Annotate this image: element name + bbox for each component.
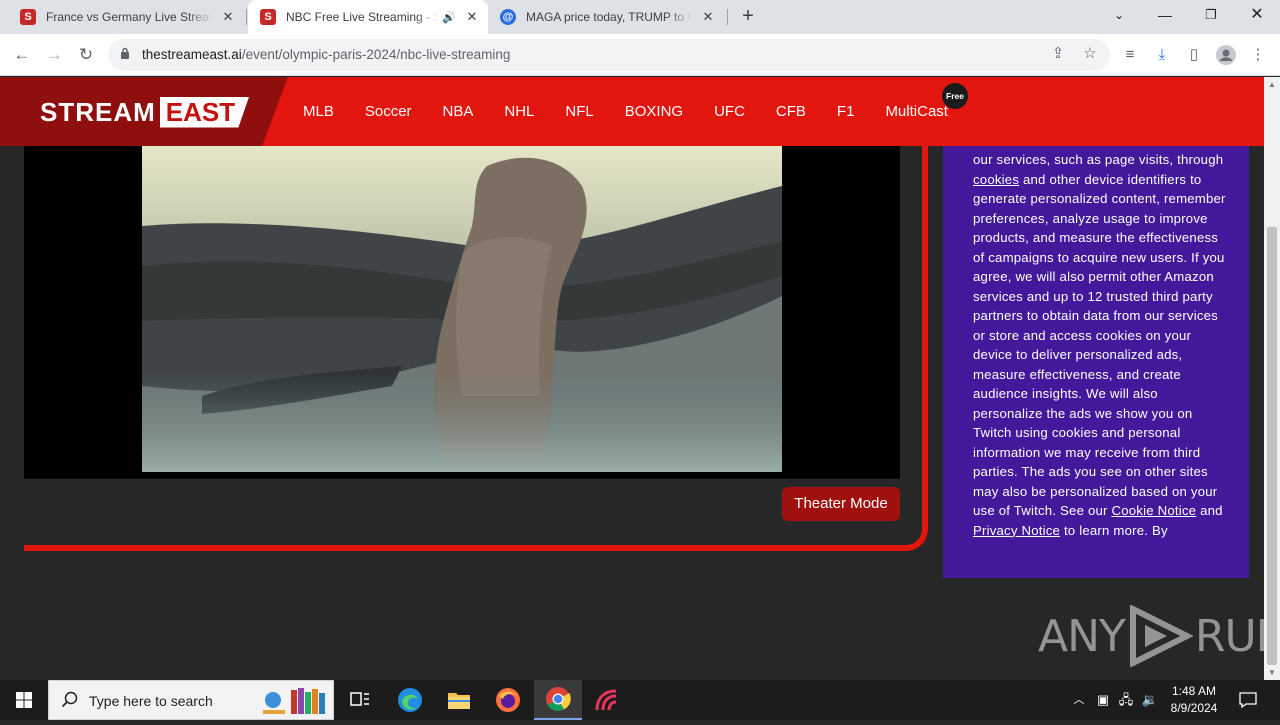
kebab-menu-icon[interactable]: ⋮ [1246, 43, 1270, 67]
search-placeholder: Type here to search [89, 693, 213, 709]
page-scrollbar[interactable]: ▲ ▼ [1264, 77, 1280, 680]
task-view-icon[interactable] [336, 680, 384, 720]
anyrun-watermark: ANY RUN [1038, 605, 1264, 667]
speaker-icon[interactable]: 🔊 [442, 11, 456, 24]
url-text: thestreameast.ai/event/olympic-paris-202… [142, 47, 511, 62]
media-control-icon[interactable]: ≡ [1118, 43, 1142, 67]
streameast-logo[interactable]: STREAM EAST [40, 96, 250, 128]
clock-date: 8/9/2024 [1170, 701, 1218, 715]
page-viewport: STREAM EAST MLB Soccer NBA NHL NFL BOXIN… [0, 77, 1264, 680]
tab-close-icon[interactable]: ✕ [698, 9, 718, 25]
download-icon[interactable]: ⤓ [1150, 43, 1174, 67]
bookmark-star-icon[interactable]: ☆ [1078, 42, 1102, 66]
scroll-up-arrow-icon[interactable]: ▲ [1264, 80, 1280, 89]
taskbar-clock[interactable]: 1:48 AM 8/9/2024 [1164, 683, 1224, 717]
file-explorer-icon[interactable] [435, 680, 483, 720]
windows-logo-icon [16, 692, 32, 708]
side-panel-icon[interactable]: ▯ [1182, 43, 1206, 67]
nav-nhl[interactable]: NHL [504, 103, 534, 120]
nav-cfb[interactable]: CFB [776, 103, 806, 120]
lock-icon[interactable] [120, 47, 130, 60]
play-triangle-icon [1129, 605, 1193, 667]
logo-stream-text: STREAM [40, 96, 156, 127]
tab-close-icon[interactable]: ✕ [462, 9, 482, 25]
tab-nbc-live[interactable]: S NBC Free Live Streaming - StreamEast 🔊… [248, 0, 488, 34]
browser-tab-strip: S France vs Germany Live Streaming ✕ S N… [0, 0, 1280, 34]
scroll-down-arrow-icon[interactable]: ▼ [1264, 668, 1280, 677]
streameast-favicon-icon: S [20, 9, 36, 25]
restore-button[interactable]: ❐ [1188, 0, 1234, 32]
video-frame[interactable] [142, 146, 782, 472]
reload-icon[interactable]: ↻ [73, 42, 99, 68]
nav-nba[interactable]: NBA [443, 103, 474, 120]
watermark-right-text: RUN [1194, 610, 1264, 662]
search-icon [61, 691, 78, 708]
taskbar-search-box[interactable]: Type here to search [48, 680, 334, 720]
start-button[interactable] [0, 680, 48, 720]
nav-boxing[interactable]: BOXING [625, 103, 683, 120]
theater-mode-button[interactable]: Theater Mode [782, 487, 900, 521]
browser-toolbar: ← → ↻ thestreameast.ai/event/olympic-par… [0, 34, 1280, 76]
video-still-image [142, 146, 782, 472]
tab-title: NBC Free Live Streaming - StreamEast [286, 10, 439, 24]
privacy-notice-link[interactable]: Privacy Notice [973, 523, 1060, 538]
windows-taskbar: Type here to search ︿ ▣ 🖧 🔉 1:48 AM 8/9/… [0, 680, 1280, 720]
tab-search-chevron-icon[interactable]: ⌄ [1096, 0, 1142, 32]
consent-text: our services, such as page visits, throu… [973, 152, 1226, 538]
nav-f1[interactable]: F1 [837, 103, 855, 120]
nav-nfl[interactable]: NFL [565, 103, 593, 120]
clock-time: 1:48 AM [1171, 684, 1217, 698]
chrome-icon[interactable] [534, 680, 582, 720]
profile-avatar-icon[interactable] [1214, 43, 1238, 67]
main-nav: MLB Soccer NBA NHL NFL BOXING UFC CFB F1… [303, 77, 979, 146]
tab-title: France vs Germany Live Streaming [46, 10, 212, 24]
nav-ufc[interactable]: UFC [714, 103, 745, 120]
new-tab-button[interactable]: + [736, 5, 760, 29]
tray-chevron-up-icon[interactable]: ︿ [1070, 680, 1088, 720]
close-window-button[interactable]: ✕ [1234, 0, 1280, 32]
nav-soccer[interactable]: Soccer [365, 103, 412, 120]
tab-france-germany[interactable]: S France vs Germany Live Streaming ✕ [8, 0, 244, 34]
tab-maga-price[interactable]: @ MAGA price today, TRUMP to USD ✕ [488, 0, 724, 34]
site-header: STREAM EAST MLB Soccer NBA NHL NFL BOXIN… [0, 77, 1264, 146]
cookie-consent-panel: our services, such as page visits, throu… [943, 146, 1249, 578]
nav-mlb[interactable]: MLB [303, 103, 334, 120]
free-badge: Free [942, 83, 968, 109]
streameast-favicon-icon: S [260, 9, 276, 25]
minimize-button[interactable]: — [1142, 0, 1188, 32]
cookies-link[interactable]: cookies [973, 172, 1019, 187]
forward-arrow-icon[interactable]: → [41, 42, 67, 68]
anyrun-app-icon[interactable] [583, 680, 631, 720]
notification-icon[interactable] [1234, 680, 1262, 720]
scrollbar-thumb[interactable] [1267, 227, 1277, 665]
tab-title: MAGA price today, TRUMP to USD [526, 10, 692, 24]
watermark-left-text: ANY [1038, 610, 1126, 662]
tab-separator [727, 9, 728, 25]
edge-browser-icon[interactable] [386, 680, 434, 720]
firefox-icon[interactable] [484, 680, 532, 720]
tray-device-icon[interactable]: ▣ [1093, 680, 1113, 720]
back-arrow-icon[interactable]: ← [9, 42, 35, 68]
tab-close-icon[interactable]: ✕ [218, 9, 238, 25]
cookie-notice-link[interactable]: Cookie Notice [1112, 503, 1197, 518]
volume-icon[interactable]: 🔉 [1140, 680, 1160, 720]
coin-favicon-icon: @ [500, 9, 516, 25]
network-icon[interactable]: 🖧 [1116, 680, 1136, 720]
search-highlight-books-icon [263, 688, 325, 714]
address-bar[interactable]: thestreameast.ai/event/olympic-paris-202… [108, 39, 1110, 71]
logo-east-text: EAST [159, 96, 250, 128]
share-icon[interactable]: ⇪ [1046, 42, 1070, 66]
nav-multicast[interactable]: MultiCast [885, 103, 948, 120]
tab-separator [246, 9, 247, 25]
